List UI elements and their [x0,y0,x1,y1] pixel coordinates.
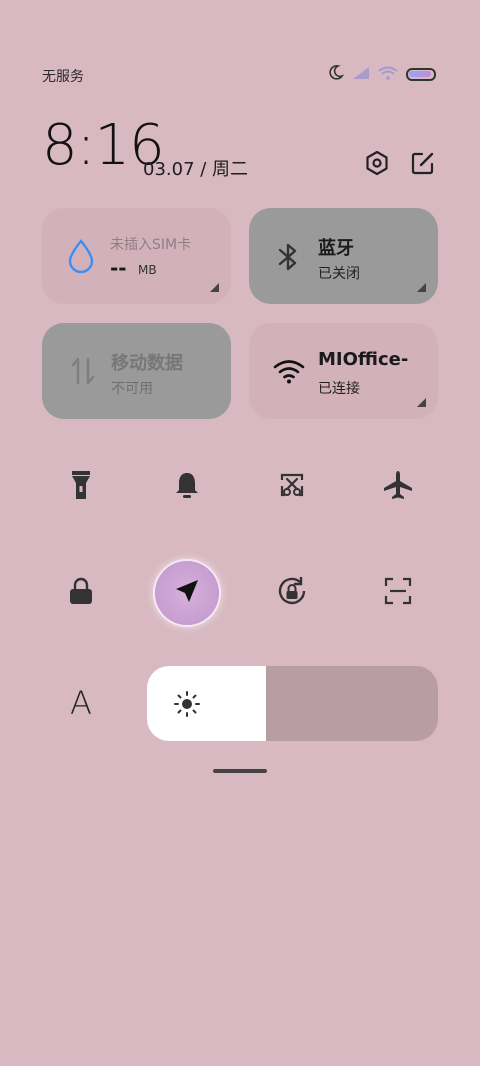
settings-button[interactable] [362,148,392,178]
brightness-fill [147,666,267,741]
toggle-airplane-mode[interactable] [370,459,426,515]
wifi-icon [378,65,398,84]
expand-corner-icon [210,283,219,292]
lock-icon [68,576,94,610]
edit-button[interactable] [408,148,438,178]
carrier-status: 无服务 [42,69,84,85]
wifi-icon [273,359,305,389]
toggle-screenshot[interactable] [264,459,320,515]
location-arrow-icon [173,577,201,609]
moon-icon [328,64,345,84]
sim-status-label: 未插入SIM卡 [110,237,192,253]
sun-icon [173,690,201,722]
battery-icon [406,67,436,81]
signal-icon [352,65,370,84]
font-icon: A [70,684,92,722]
tile-data-usage[interactable]: 未插入SIM卡 -- MB [42,208,231,304]
expand-corner-icon [417,398,426,407]
clock-date: 03.07 / 周二 [143,159,249,180]
wifi-network-name: MIOffice- [318,349,409,370]
brightness-slider[interactable] [147,666,438,741]
toggle-lock-screen[interactable] [53,565,109,621]
scissors-icon [278,471,306,503]
edit-icon [408,152,438,182]
data-arrows-icon [68,355,98,391]
settings-icon [362,150,392,182]
water-drop-icon [66,238,96,278]
data-usage-value: -- [110,256,127,280]
flashlight-icon [69,469,93,505]
tile-mobile-data[interactable]: 移动数据 不可用 [42,323,231,419]
data-usage-unit: MB [138,263,157,277]
mobile-data-title: 移动数据 [111,353,183,374]
toggle-flashlight[interactable] [53,459,109,515]
wifi-status: 已连接 [318,381,360,397]
scan-icon [383,576,413,610]
bluetooth-status: 已关闭 [318,266,360,282]
bluetooth-icon [275,240,301,278]
rotation-lock-icon [274,573,310,613]
toggle-notifications[interactable] [159,459,215,515]
tile-wifi[interactable]: MIOffice- 已连接 [249,323,438,419]
tile-bluetooth[interactable]: 蓝牙 已关闭 [249,208,438,304]
expand-corner-icon [417,283,426,292]
airplane-icon [382,469,414,505]
toggle-auto-rotate[interactable] [264,565,320,621]
bluetooth-title: 蓝牙 [318,238,354,259]
toggle-scanner[interactable] [370,565,426,621]
toggle-location[interactable] [155,561,219,625]
status-icons [328,64,436,84]
bell-icon [173,470,201,504]
font-size-button[interactable]: A [60,682,102,724]
mobile-data-status: 不可用 [111,381,153,397]
drag-handle[interactable] [213,769,267,773]
